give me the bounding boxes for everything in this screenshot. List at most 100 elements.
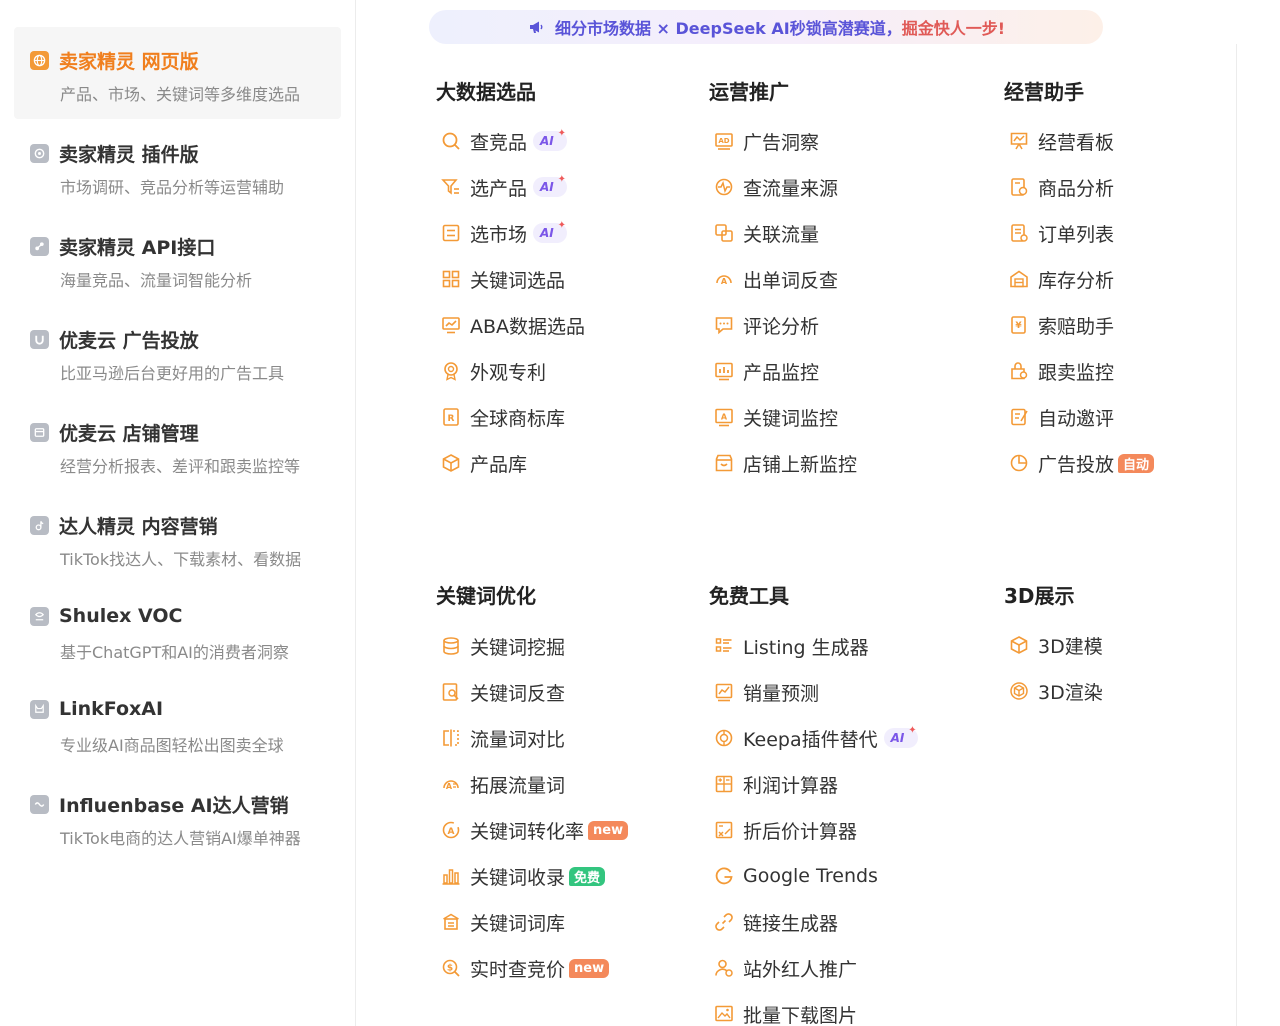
ai-badge-text: AI [540,180,554,194]
sidebar-item-influenbase[interactable]: Influenbase AI达人营销 TikTok电商的达人营销AI爆单神器 [14,771,341,863]
menu-item-expand-traffic[interactable]: A 拓展流量词 [440,769,565,799]
grid-icon [440,268,462,290]
menu-item-listing-generator[interactable]: Listing 生成器 [713,631,869,661]
api-icon [30,237,49,256]
menu-item-keepa[interactable]: Keepa插件替代 AI ✦ [713,723,918,753]
compare-icon [440,727,462,749]
menu-item-label: 自动邀评 [1038,407,1115,430]
menu-item-keyword-conversion[interactable]: A 关键词转化率 new [440,815,629,845]
menu-item-goods-analysis[interactable]: 商品分析 [1008,172,1114,202]
sidebar-item-plugin[interactable]: 卖家精灵 插件版 市场调研、竞品分析等运营辅助 [14,120,341,212]
sidebar-item-title: 优麦云 店铺管理 [59,423,199,445]
sidebar-item-desc: 产品、市场、关键词等多维度选品 [60,85,301,104]
reverse-icon: A [713,268,735,290]
menu-item-keyword-reverse[interactable]: 关键词反查 [440,677,565,707]
menu-item-label: 库存分析 [1038,269,1115,292]
menu-item-follow-monitor[interactable]: 跟卖监控 [1008,356,1114,386]
ai-badge-text: AI [540,134,554,148]
menu-item-ad-placement[interactable]: 广告投放 自动 [1008,448,1155,478]
menu-item-ad-insight[interactable]: AD 广告洞察 [713,126,819,156]
menu-item-related-traffic[interactable]: 关联流量 [713,218,819,248]
new-tag: new [569,958,610,978]
sidebar-item-umy-ads[interactable]: 优麦云 广告投放 比亚马逊后台更好用的广告工具 [14,306,341,398]
chain-icon [713,911,735,933]
menu-item-sales-forecast[interactable]: 销量预测 [713,677,819,707]
convert-icon: A [440,819,462,841]
box-icon [440,452,462,474]
globe-icon [30,51,49,70]
menu-item-discount-calculator[interactable]: 折后价计算器 [713,815,857,845]
sidebar-item-linkfox[interactable]: LinkFoxAI 专业级AI商品图轻松出图卖全球 [14,678,341,770]
menu-item-profit-calculator[interactable]: 利润计算器 [713,769,838,799]
menu-item-label: 商品分析 [1038,177,1115,200]
menu-item-traffic-compare[interactable]: 流量词对比 [440,723,565,753]
menu-item-influencer-promotion[interactable]: 站外红人推广 [713,953,857,983]
menu-item-dashboard[interactable]: 经营看板 [1008,126,1114,156]
menu-item-label: 关键词词库 [470,912,566,935]
filter-icon [440,176,462,198]
menu-item-patent[interactable]: 外观专利 [440,356,546,386]
sidebar-item-title: 卖家精灵 API接口 [59,237,216,259]
menu-item-keyword-product[interactable]: 关键词选品 [440,264,565,294]
menu-item-label: 选市场 [470,223,528,246]
section-title: 3D展示 [1004,584,1075,608]
ai-badge: AI ✦ [533,174,568,197]
menu-item-select-market[interactable]: 选市场 AI ✦ [440,218,568,248]
menu-item-label: 关键词挖掘 [470,636,566,659]
keepa-icon [713,727,735,749]
sidebar-item-api[interactable]: 卖家精灵 API接口 海量竞品、流量词智能分析 [14,213,341,305]
menu-item-label: 店铺上新监控 [743,453,858,476]
svg-text:A: A [446,782,453,791]
menu-item-order-list[interactable]: 订单列表 [1008,218,1114,248]
menu-item-realtime-bid[interactable]: $ 实时查竞价 new [440,953,610,983]
menu-item-label: Listing 生成器 [743,636,869,659]
svg-text:A: A [721,413,728,422]
menu-item-batch-download[interactable]: 批量下载图片 [713,999,857,1026]
menu-item-3d-modeling[interactable]: 3D建模 [1008,630,1103,660]
sidebar-item-shulex[interactable]: Shulex VOC 基于ChatGPT和AI的消费者洞察 [14,585,341,677]
sidebar-item-desc: 海量竞品、流量词智能分析 [60,271,253,290]
menu-item-label: 折后价计算器 [743,820,858,843]
menu-item-traffic-source[interactable]: 查流量来源 [713,172,838,202]
menu-item-select-product[interactable]: 选产品 AI ✦ [440,172,568,202]
market-icon [440,222,462,244]
menu-item-trademark[interactable]: R 全球商标库 [440,402,565,432]
discount-icon [713,819,735,841]
sidebar-item-tiktok[interactable]: 达人精灵 内容营销 TikTok找达人、下载素材、看数据 [14,492,341,584]
banner-text: 细分市场数据 × DeepSeek AI秒锁高潜赛道，掘金快人一步! [555,15,1005,39]
forecast-icon [713,681,735,703]
section-3d-display: 3D展示 3D建模 3D渲染 [1004,580,1224,740]
svg-text:R: R [448,414,455,424]
umy-icon [30,330,49,349]
menu-item-keyword-mining[interactable]: 关键词挖掘 [440,631,565,661]
menu-item-shop-monitor[interactable]: 店铺上新监控 [713,448,857,478]
menu-item-auto-review[interactable]: 自动邀评 [1008,402,1114,432]
promo-banner[interactable]: 细分市场数据 × DeepSeek AI秒锁高潜赛道，掘金快人一步! [429,10,1103,44]
menu-item-competitor[interactable]: 查竞品 AI ✦ [440,126,568,156]
menu-item-product-library[interactable]: 产品库 [440,448,527,478]
menu-item-google-trends[interactable]: Google Trends [713,861,878,891]
menu-item-label: 关联流量 [743,223,820,246]
section-keyword-optimization: 关键词优化 关键词挖掘 关键词反查 流量词对比 A 拓展流量词 A 关键词转化率… [436,580,696,1000]
shop-icon [713,452,735,474]
menu-item-claim[interactable]: ¥ 索赔助手 [1008,310,1114,340]
sidebar-item-umy-store[interactable]: 优麦云 店铺管理 经营分析报表、差评和跟卖监控等 [14,399,341,491]
sidebar-item-web[interactable]: 卖家精灵 网页版 产品、市场、关键词等多维度选品 [14,27,341,119]
menu-item-label: 利润计算器 [743,774,839,797]
menu-item-keyword-index[interactable]: 关键词收录 免费 [440,861,606,891]
menu-item-keyword-monitor[interactable]: A 关键词监控 [713,402,838,432]
menu-item-keyword-library[interactable]: 关键词词库 [440,907,565,937]
trademark-icon: R [440,406,462,428]
menu-item-order-keyword[interactable]: A 出单词反查 [713,264,838,294]
plugin-icon [30,144,49,163]
google-icon [713,865,735,887]
menu-item-inventory[interactable]: 库存分析 [1008,264,1114,294]
menu-item-label: 关键词监控 [743,407,839,430]
menu-item-3d-render[interactable]: 3D渲染 [1008,676,1103,706]
menu-item-label: 广告投放 [1038,453,1115,476]
menu-item-product-monitor[interactable]: 产品监控 [713,356,819,386]
menu-item-link-generator[interactable]: 链接生成器 [713,907,838,937]
menu-item-review-analysis[interactable]: 评论分析 [713,310,819,340]
menu-item-label: 关键词收录 [470,866,566,889]
menu-item-aba[interactable]: ABA数据选品 [440,310,585,340]
